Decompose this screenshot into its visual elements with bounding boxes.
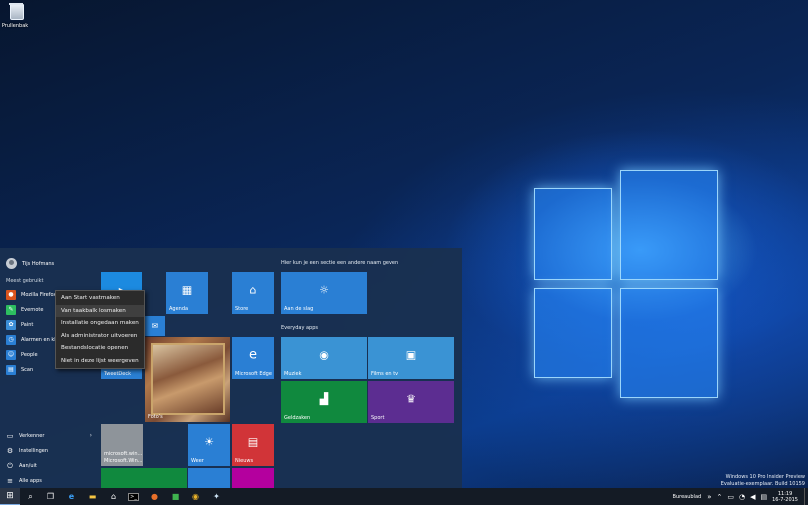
tile-sport[interactable]: ♛ Sport xyxy=(368,381,454,423)
taskbar-store[interactable]: ⌂ xyxy=(104,488,123,505)
ctx-open-file-location[interactable]: Bestandslocatie openen xyxy=(56,342,144,355)
chrome-icon: ◉ xyxy=(192,492,199,501)
ctx-hide-from-list[interactable]: Niet in deze lijst weergeven xyxy=(56,355,144,368)
user-name: Tijs Hofmans xyxy=(22,260,55,267)
ctx-run-as-admin[interactable]: Als administrator uitvoeren xyxy=(56,330,144,343)
desktop-toolbar-label[interactable]: Bureaublad xyxy=(673,494,702,500)
mail-icon: ✉ xyxy=(151,321,159,331)
edge-icon: e xyxy=(249,347,257,363)
show-desktop-button[interactable] xyxy=(804,488,808,505)
taskbar-explorer[interactable]: ▬ xyxy=(83,488,102,505)
chart-growth-icon: ▟ xyxy=(319,392,329,406)
tweetdeck-icon: ✦ xyxy=(213,492,220,501)
gear-icon: ⚙ xyxy=(6,446,14,455)
taskbar-app-green[interactable]: ■ xyxy=(166,488,185,505)
section-header-rename[interactable]: Hier kun je een sectie een andere naam g… xyxy=(281,260,398,266)
start-bottom-list: ▭ Verkenner › ⚙ Instellingen ⏻ Aan/uit ≡… xyxy=(6,428,92,488)
battery-icon[interactable]: ▭ xyxy=(727,493,734,501)
clock-date: 16-7-2015 xyxy=(772,496,798,503)
trophy-icon: ♛ xyxy=(406,392,416,406)
alarm-icon: ◷ xyxy=(6,334,16,345)
chevron-double-icon[interactable]: » xyxy=(707,493,711,501)
evernote-icon: ✎ xyxy=(6,304,16,315)
tile-green-partial[interactable] xyxy=(101,468,187,488)
tile-blue-partial[interactable] xyxy=(188,468,230,488)
folder-icon: ▬ xyxy=(88,492,97,501)
ctx-unpin-taskbar[interactable]: Van taakbalk losmaken xyxy=(56,304,144,317)
power-icon: ⏻ xyxy=(7,461,13,470)
film-clapper-icon: ▣ xyxy=(405,348,417,362)
taskbar-chrome[interactable]: ◉ xyxy=(186,488,205,505)
clock[interactable]: 11:19 16-7-2015 xyxy=(772,491,798,503)
tile-foto[interactable]: Foto's xyxy=(145,337,230,422)
terminal-icon: >_ xyxy=(128,492,139,501)
tile-muziek[interactable]: ◉ Muziek xyxy=(281,337,367,379)
power-button[interactable]: ⏻ Aan/uit xyxy=(6,458,92,473)
taskbar-firefox[interactable]: ● xyxy=(145,488,164,505)
calendar-icon: ▦ xyxy=(181,283,193,297)
recycle-bin[interactable]: Prullenbak xyxy=(2,3,30,29)
taskbar-edge[interactable]: e xyxy=(62,488,81,505)
ctx-pin-to-start[interactable]: Aan Start vastmaken xyxy=(56,292,144,305)
settings-button[interactable]: ⚙ Instellingen xyxy=(6,443,92,458)
tile-weer[interactable]: ☀ Weer xyxy=(188,424,230,466)
tile-microsoft-win[interactable]: microsoft.win... Microsoft.Win... xyxy=(101,424,143,466)
network-icon[interactable]: ◔ xyxy=(739,493,745,501)
search-button[interactable]: ⌕ xyxy=(21,488,40,505)
recycle-bin-icon xyxy=(9,3,24,20)
folder-icon: ▭ xyxy=(6,431,14,440)
tile-store[interactable]: ⌂ Store xyxy=(232,272,274,314)
explorer-button[interactable]: ▭ Verkenner › xyxy=(6,428,92,443)
edge-icon: e xyxy=(68,492,75,501)
start-button[interactable]: ⊞ xyxy=(0,488,20,505)
system-tray: Bureaublad » ⌃ ▭ ◔ ◀ ▤ 11:19 16-7-2015 xyxy=(673,488,808,505)
volume-icon[interactable]: ◀ xyxy=(750,493,755,501)
tile-films[interactable]: ▣ Films en tv xyxy=(368,337,454,379)
task-view-button[interactable]: ❐ xyxy=(41,488,60,505)
sun-icon: ☀ xyxy=(204,435,214,449)
notifications-icon[interactable]: ▤ xyxy=(760,493,767,501)
music-disc-icon: ◉ xyxy=(319,348,329,362)
app-green-icon: ■ xyxy=(171,492,180,501)
list-icon: ≡ xyxy=(7,476,13,485)
firefox-icon: ● xyxy=(151,492,158,501)
chevron-up-icon[interactable]: ⌃ xyxy=(716,493,722,501)
photo-painting xyxy=(151,343,225,415)
tile-magenta-partial[interactable] xyxy=(232,468,274,488)
recycle-bin-label: Prullenbak xyxy=(1,23,29,29)
search-icon: ⌕ xyxy=(28,491,33,501)
build-watermark: Windows 10 Pro Insider Preview Evaluatie… xyxy=(720,474,805,487)
windows-start-icon: ⊞ xyxy=(6,491,14,501)
store-bag-icon: ⌂ xyxy=(110,492,117,501)
context-menu: Aan Start vastmaken Van taakbalk losmake… xyxy=(55,290,145,369)
firefox-icon: ● xyxy=(6,289,16,300)
scan-icon: ▤ xyxy=(6,364,16,375)
tile-nieuws[interactable]: ▤ Nieuws xyxy=(232,424,274,466)
news-icon: ▤ xyxy=(247,435,259,449)
most-used-header: Meest gebruikt xyxy=(6,278,44,284)
task-view-icon: ❐ xyxy=(46,492,55,501)
avatar xyxy=(6,258,17,269)
taskbar: ⊞ ⌕ ❐ e ▬ ⌂ >_ ● ■ ◉ ✦ Bureaublad » ⌃ ▭ … xyxy=(0,488,808,505)
user-account[interactable]: Tijs Hofmans xyxy=(6,258,54,269)
tile-agenda[interactable]: ▦ Agenda xyxy=(166,272,208,314)
ctx-uninstall[interactable]: Installatie ongedaan maken xyxy=(56,317,144,330)
lightbulb-icon: ☼ xyxy=(319,283,329,297)
store-bag-icon: ⌂ xyxy=(249,283,257,297)
chevron-right-icon: › xyxy=(89,432,92,439)
taskbar-cmd[interactable]: >_ xyxy=(124,488,143,505)
people-icon: ☺ xyxy=(6,349,16,360)
all-apps-button[interactable]: ≡ Alle apps xyxy=(6,473,92,488)
tile-edge[interactable]: e Microsoft Edge xyxy=(232,337,274,379)
tile-mail-small[interactable]: ✉ xyxy=(145,316,165,336)
paint-icon: ✿ xyxy=(6,319,16,330)
tile-geldzaken[interactable]: ▟ Geldzaken xyxy=(281,381,367,423)
windows-logo-wallpaper xyxy=(520,160,730,420)
section-header-everyday[interactable]: Everyday apps xyxy=(281,325,318,331)
taskbar-tweetdeck[interactable]: ✦ xyxy=(207,488,226,505)
tile-aan-de-slag[interactable]: ☼ Aan de slag xyxy=(281,272,367,314)
